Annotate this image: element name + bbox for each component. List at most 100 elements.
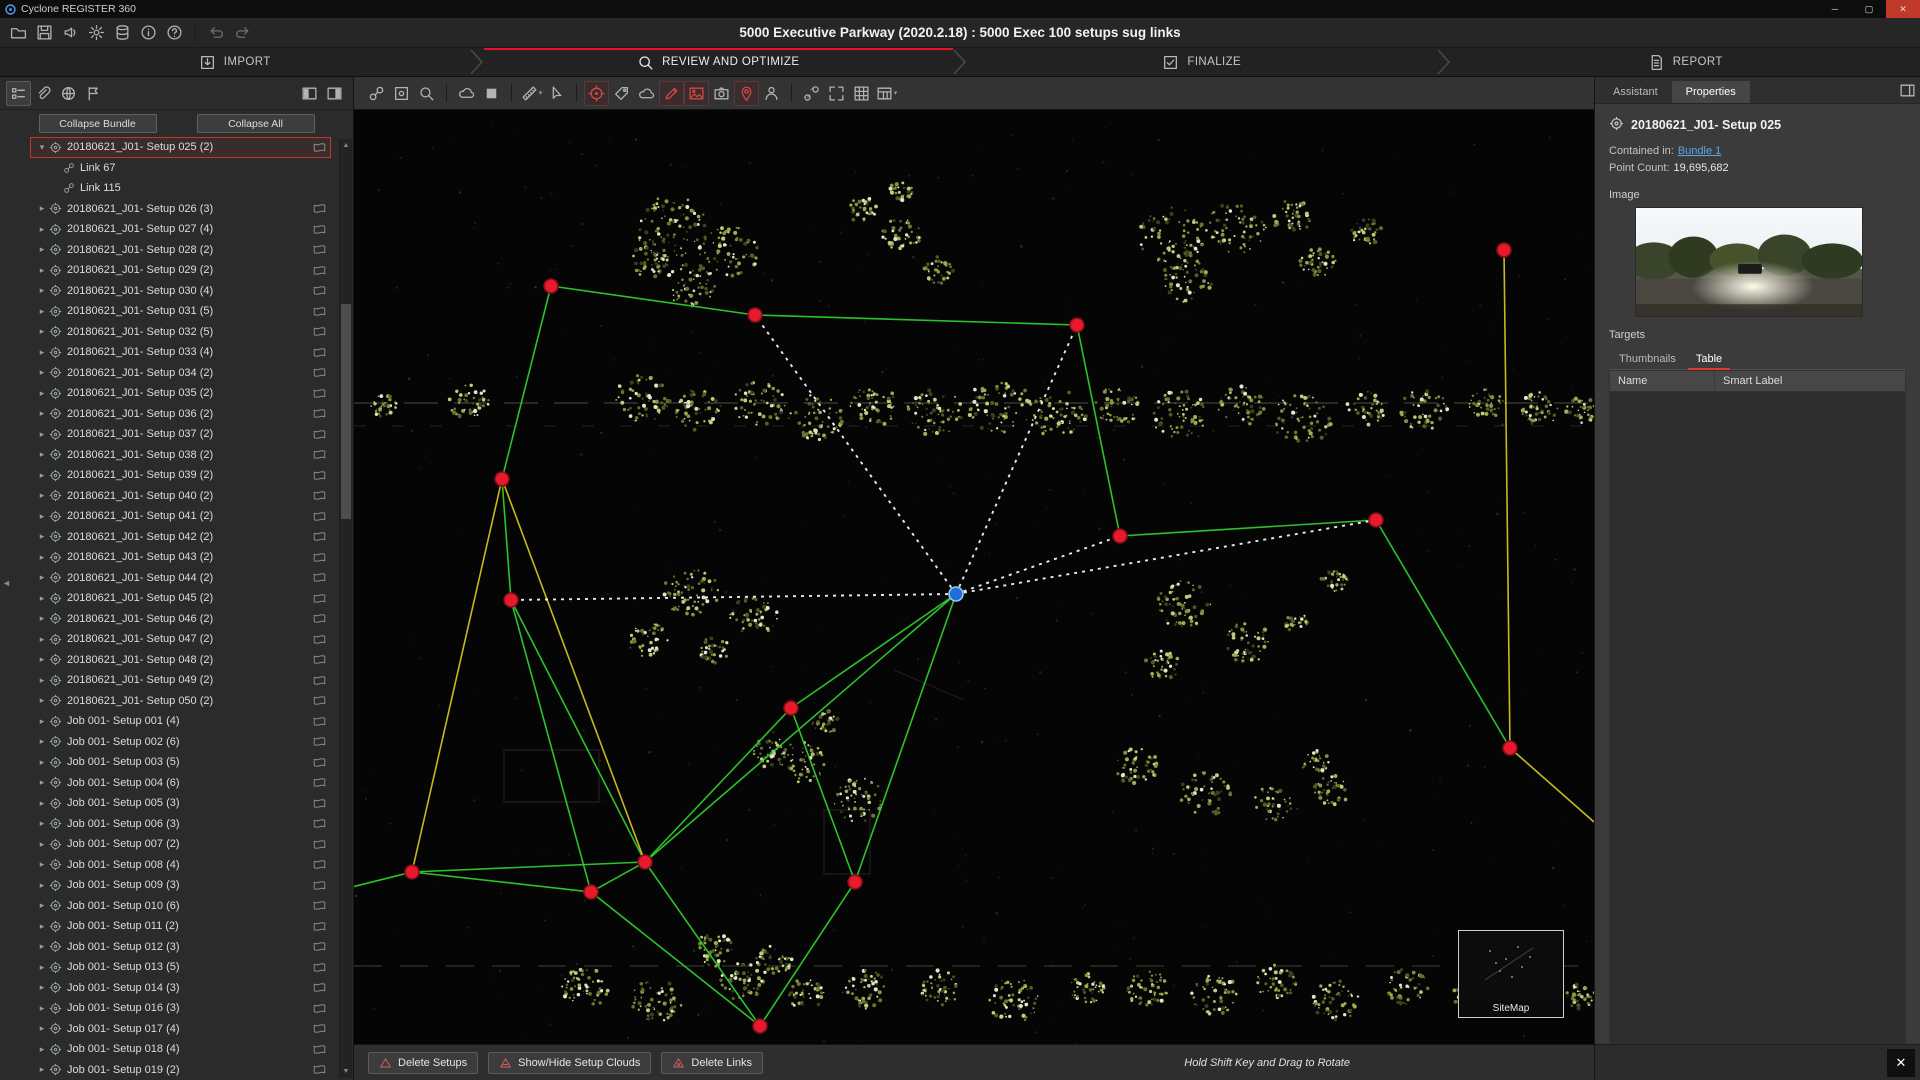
- scroll-up-icon[interactable]: ▲: [340, 139, 352, 152]
- maximize-button[interactable]: ▢: [1852, 0, 1886, 18]
- bundle-link[interactable]: Bundle 1: [1678, 145, 1721, 157]
- tree-item-setup[interactable]: ▸20180621_J01- Setup 038 (2): [30, 445, 331, 466]
- tree-item-setup[interactable]: ▸20180621_J01- Setup 042 (2): [30, 527, 331, 548]
- collapsed-arrow-icon[interactable]: ▸: [35, 1044, 49, 1055]
- cloud-button[interactable]: [634, 81, 659, 106]
- workflow-tab-report[interactable]: REPORT: [1451, 48, 1920, 76]
- collapsed-arrow-icon[interactable]: ▸: [35, 470, 49, 481]
- pano-thumb-slot[interactable]: [313, 264, 326, 277]
- tree-item-setup[interactable]: ▸20180621_J01- Setup 033 (4): [30, 342, 331, 363]
- pano-thumb-slot[interactable]: [313, 838, 326, 851]
- tree-item-setup[interactable]: ▸20180621_J01- Setup 029 (2): [30, 260, 331, 281]
- tree-item-setup[interactable]: ▸Job 001- Setup 013 (5): [30, 957, 331, 978]
- collapsed-arrow-icon[interactable]: ▸: [35, 675, 49, 686]
- pano-thumb-slot[interactable]: [313, 940, 326, 953]
- pano-thumb-slot[interactable]: [313, 674, 326, 687]
- delete-setups-button[interactable]: Delete Setups: [368, 1052, 478, 1074]
- measure-button[interactable]: ▾: [519, 81, 544, 106]
- scrollbar-thumb[interactable]: [341, 304, 351, 519]
- pano-thumb-slot[interactable]: [313, 981, 326, 994]
- collapsed-arrow-icon[interactable]: ▸: [35, 285, 49, 296]
- setup-panorama-thumbnail[interactable]: [1635, 207, 1863, 317]
- tree-item-setup[interactable]: ▸20180621_J01- Setup 037 (2): [30, 424, 331, 445]
- pano-thumb-slot[interactable]: [313, 612, 326, 625]
- pano-thumb-slot[interactable]: [313, 469, 326, 482]
- collapsed-arrow-icon[interactable]: ▸: [35, 777, 49, 788]
- tree-item-setup[interactable]: ▸Job 001- Setup 001 (4): [30, 711, 331, 732]
- tree-item-setup[interactable]: ▸20180621_J01- Setup 045 (2): [30, 588, 331, 609]
- expand-button[interactable]: [824, 81, 849, 106]
- pano-thumb-slot[interactable]: [313, 366, 326, 379]
- collapsed-arrow-icon[interactable]: ▸: [35, 306, 49, 317]
- collapsed-arrow-icon[interactable]: ▸: [35, 757, 49, 768]
- collapsed-arrow-icon[interactable]: ▸: [35, 1003, 49, 1014]
- delete-links-button[interactable]: Delete Links: [661, 1052, 763, 1074]
- pano-thumb-slot[interactable]: [313, 920, 326, 933]
- tree-item-setup[interactable]: ▸20180621_J01- Setup 040 (2): [30, 486, 331, 507]
- pin-button[interactable]: [734, 81, 759, 106]
- tree-item-setup[interactable]: ▸20180621_J01- Setup 049 (2): [30, 670, 331, 691]
- collapsed-arrow-icon[interactable]: ▸: [35, 429, 49, 440]
- workflow-tab-finalize[interactable]: FINALIZE: [967, 48, 1437, 76]
- collapsed-arrow-icon[interactable]: ▸: [35, 798, 49, 809]
- tree-item-setup[interactable]: ▸20180621_J01- Setup 034 (2): [30, 363, 331, 384]
- undo-button[interactable]: [204, 20, 229, 45]
- pano-thumb-slot[interactable]: [313, 571, 326, 584]
- link-button[interactable]: [364, 81, 389, 106]
- point-cloud-viewport[interactable]: SiteMap: [354, 110, 1594, 1044]
- tree-item-setup[interactable]: ▸20180621_J01- Setup 027 (4): [30, 219, 331, 240]
- pano-thumb-slot[interactable]: [313, 202, 326, 215]
- pano-thumb-slot[interactable]: [313, 284, 326, 297]
- tree-item-setup[interactable]: ▸20180621_J01- Setup 041 (2): [30, 506, 331, 527]
- pano-thumb-slot[interactable]: [313, 305, 326, 318]
- targets-tab-thumbnails[interactable]: Thumbnails: [1609, 349, 1686, 369]
- pano-thumb-slot[interactable]: [313, 510, 326, 523]
- workflow-tab-review-and-optimize[interactable]: REVIEW AND OPTIMIZE: [484, 48, 954, 76]
- tree-item-setup[interactable]: ▸20180621_J01- Setup 030 (4): [30, 281, 331, 302]
- tab-assistant[interactable]: Assistant: [1599, 81, 1672, 103]
- image-button[interactable]: [684, 81, 709, 106]
- target-button[interactable]: [584, 81, 609, 106]
- collapsed-arrow-icon[interactable]: ▸: [35, 654, 49, 665]
- workflow-tab-import[interactable]: IMPORT: [0, 48, 470, 76]
- pano-thumb-slot[interactable]: [313, 387, 326, 400]
- collapsed-arrow-icon[interactable]: ▸: [35, 839, 49, 850]
- pano-thumb-slot[interactable]: [313, 223, 326, 236]
- collapsed-arrow-icon[interactable]: ▸: [35, 962, 49, 973]
- pano-thumb-slot[interactable]: [313, 489, 326, 502]
- minimize-button[interactable]: ─: [1818, 0, 1852, 18]
- tree-item-setup[interactable]: ▸20180621_J01- Setup 046 (2): [30, 609, 331, 630]
- point-cloud-canvas[interactable]: [354, 110, 1594, 1044]
- tree-item-setup[interactable]: ▸Job 001- Setup 003 (5): [30, 752, 331, 773]
- pano-thumb-slot[interactable]: [313, 407, 326, 420]
- cloud-eye-button[interactable]: [454, 81, 479, 106]
- collapsed-arrow-icon[interactable]: ▸: [35, 900, 49, 911]
- tree-item-setup[interactable]: ▸Job 001- Setup 004 (6): [30, 773, 331, 794]
- pano-thumb-slot[interactable]: [313, 633, 326, 646]
- pano-thumb-slot[interactable]: [313, 325, 326, 338]
- settings-button[interactable]: [84, 20, 109, 45]
- collapsed-arrow-icon[interactable]: ▸: [35, 859, 49, 870]
- pano-thumb-slot[interactable]: [313, 1063, 326, 1076]
- tree-item-setup[interactable]: ▸20180621_J01- Setup 026 (3): [30, 199, 331, 220]
- collapsed-arrow-icon[interactable]: ▸: [35, 613, 49, 624]
- pano-thumb-slot[interactable]: [313, 551, 326, 564]
- device-button[interactable]: [58, 20, 83, 45]
- collapsed-arrow-icon[interactable]: ▸: [35, 490, 49, 501]
- pano-thumb-slot[interactable]: [313, 243, 326, 256]
- collapse-all-button[interactable]: Collapse All: [197, 114, 315, 133]
- tree-item-setup[interactable]: ▸Job 001- Setup 011 (2): [30, 916, 331, 937]
- sitemap-inset[interactable]: SiteMap: [1458, 930, 1564, 1018]
- tree-item-setup[interactable]: ▸Job 001- Setup 016 (3): [30, 998, 331, 1019]
- collapsed-arrow-icon[interactable]: ▸: [35, 716, 49, 727]
- collapsed-arrow-icon[interactable]: ▸: [35, 982, 49, 993]
- tree-item-setup[interactable]: ▸Job 001- Setup 008 (4): [30, 855, 331, 876]
- split-left-button[interactable]: [297, 81, 322, 106]
- pano-thumb-slot[interactable]: [313, 653, 326, 666]
- collapsed-arrow-icon[interactable]: ▸: [35, 449, 49, 460]
- collapsed-arrow-icon[interactable]: ▸: [35, 593, 49, 604]
- tree-item-setup[interactable]: ▸Job 001- Setup 018 (4): [30, 1039, 331, 1060]
- cursor-button[interactable]: [544, 81, 569, 106]
- tree-item-setup[interactable]: ▾20180621_J01- Setup 025 (2): [30, 137, 331, 158]
- collapsed-arrow-icon[interactable]: ▸: [35, 408, 49, 419]
